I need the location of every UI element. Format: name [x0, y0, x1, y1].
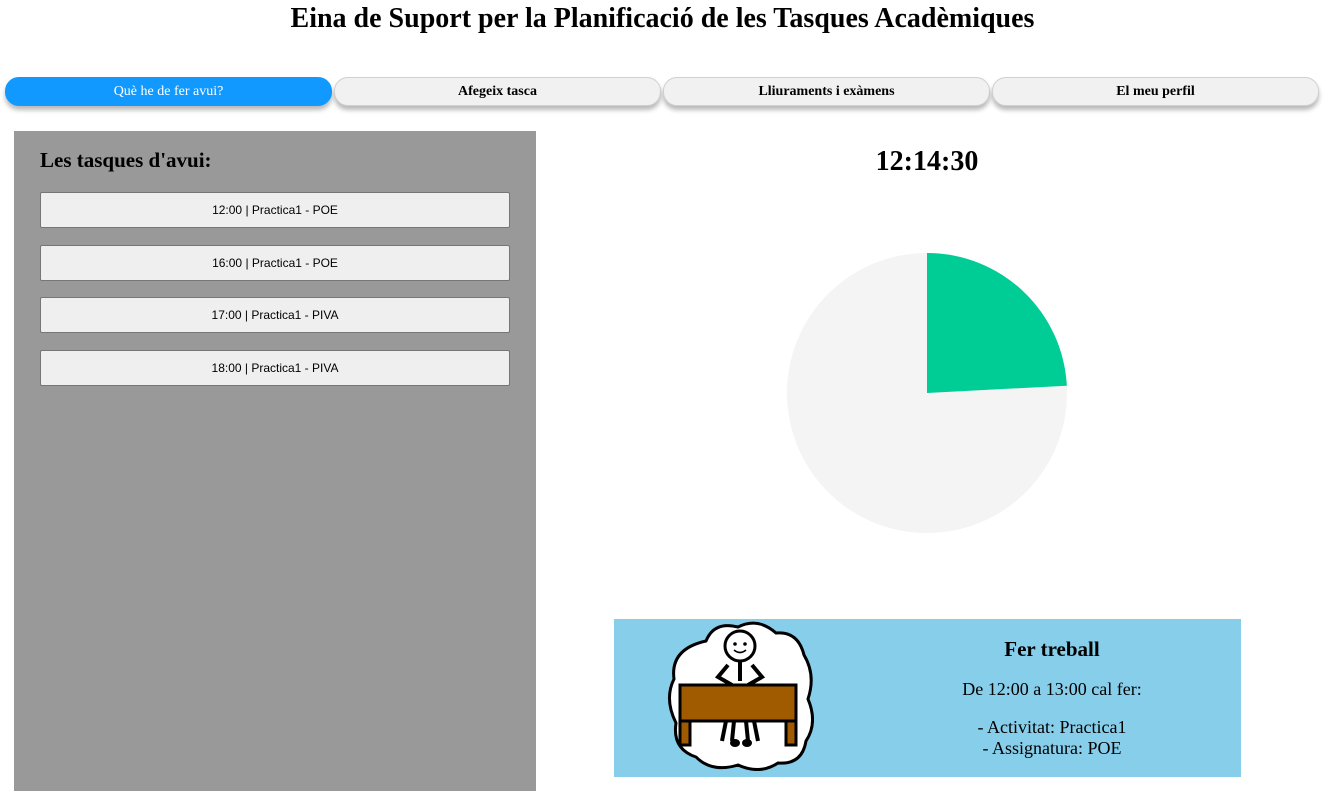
todays-tasks-panel: Les tasques d'avui: 12:00 | Practica1 - … [14, 131, 536, 791]
task-button[interactable]: 12:00 | Practica1 - POE [40, 192, 510, 228]
person-working-at-desk-icon [666, 619, 814, 771]
task-button[interactable]: 17:00 | Practica1 - PIVA [40, 297, 510, 333]
pie-elapsed-slice [927, 253, 1067, 393]
todays-tasks-title: Les tasques d'avui: [40, 148, 212, 172]
current-task-title: Fer treball [1004, 637, 1100, 661]
tab-what-to-do-today[interactable]: Què he de fer avui? [5, 77, 332, 106]
tab-my-profile[interactable]: El meu perfil [992, 77, 1319, 106]
app-title: Eina de Suport per la Planificació de le… [290, 3, 1035, 34]
task-button[interactable]: 16:00 | Practica1 - POE [40, 245, 510, 281]
time-progress-pie [787, 253, 1067, 533]
tab-bar: Què he de fer avui? Afegeix tasca Lliura… [5, 77, 1320, 106]
task-button[interactable]: 18:00 | Practica1 - PIVA [40, 350, 510, 386]
current-task-schedule: De 12:00 a 13:00 cal fer: [962, 679, 1142, 699]
current-task-subject: - Assignatura: POE [982, 738, 1122, 758]
tab-add-task[interactable]: Afegeix tasca [334, 77, 661, 106]
current-task-activity: - Activitat: Practica1 [977, 717, 1127, 737]
current-time: 12:14:30 [875, 146, 979, 177]
tab-deliveries-exams[interactable]: Lliuraments i exàmens [663, 77, 990, 106]
current-task-card: Fer treball De 12:00 a 13:00 cal fer: - … [614, 619, 1241, 777]
